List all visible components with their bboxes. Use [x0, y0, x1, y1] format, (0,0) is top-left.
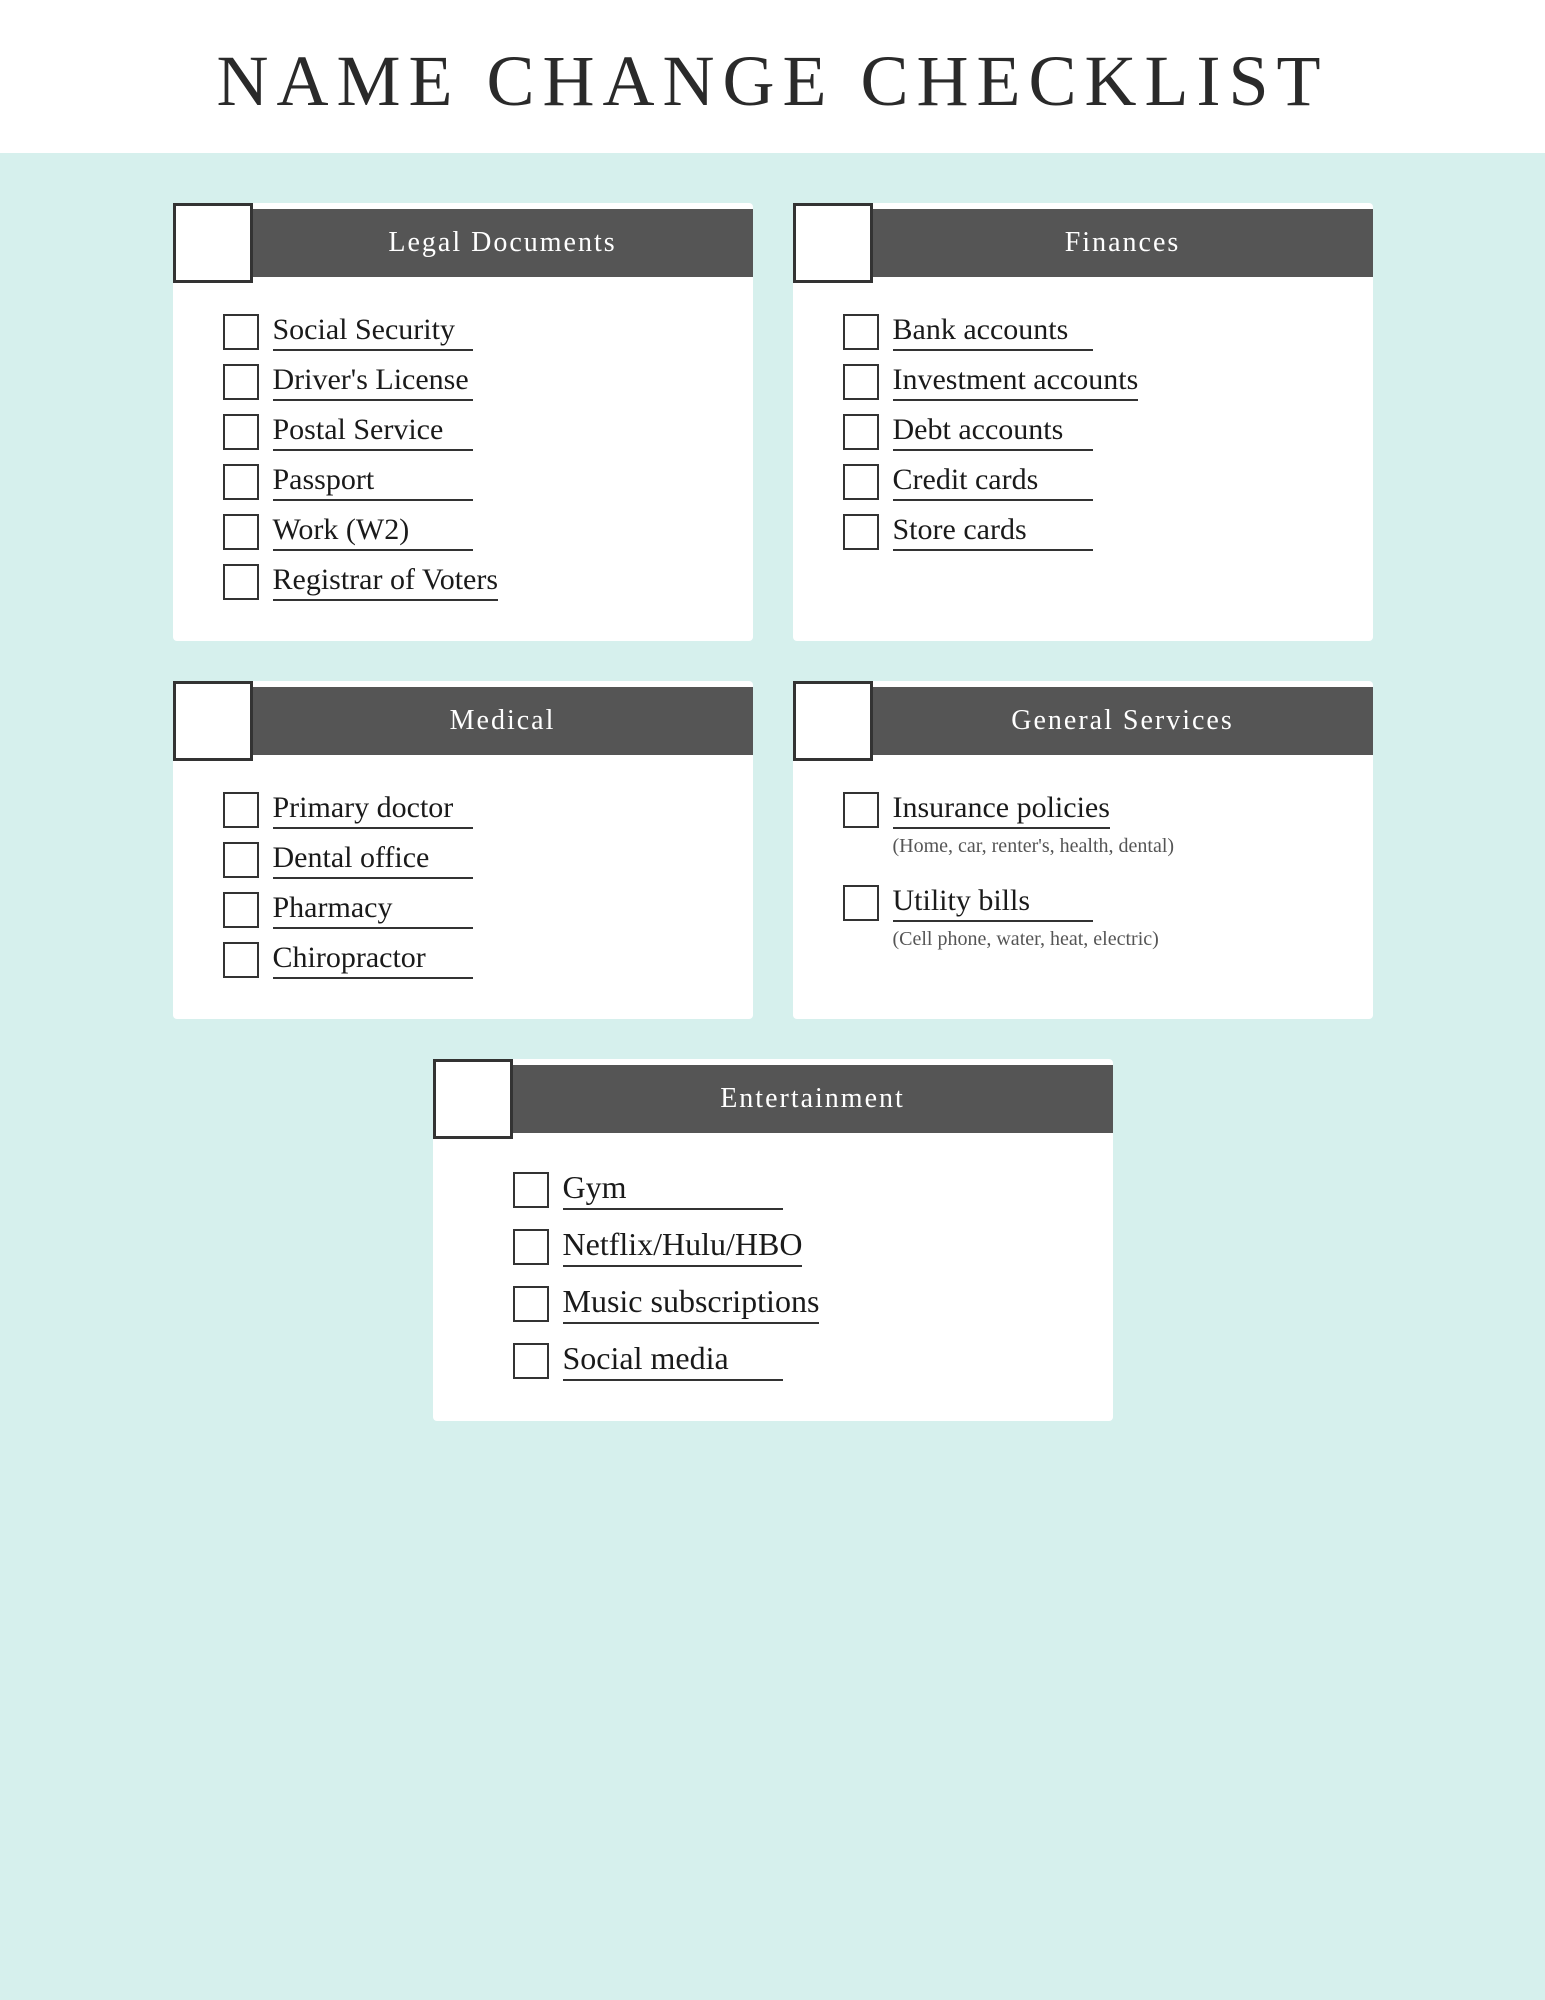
medical-section-checkbox[interactable]: [173, 681, 253, 761]
item-label-social-security: Social Security: [273, 313, 473, 351]
item-label-music: Music subscriptions: [563, 1283, 820, 1324]
item-checkbox-social-media[interactable]: [513, 1343, 549, 1379]
item-label-store-cards: Store cards: [893, 513, 1093, 551]
item-checkbox-investment-accounts[interactable]: [843, 364, 879, 400]
item-label-debt-accounts: Debt accounts: [893, 413, 1093, 451]
row-1: Legal Documents Social Security Driver's…: [123, 203, 1423, 641]
item-label-bank-accounts: Bank accounts: [893, 313, 1093, 351]
list-item: Insurance policies: [843, 791, 1343, 829]
list-item: Gym: [513, 1169, 1073, 1210]
list-item: Music subscriptions: [513, 1283, 1073, 1324]
item-checkbox-utility-bills[interactable]: [843, 885, 879, 921]
list-item: Postal Service: [223, 413, 723, 451]
section-finances: Finances Bank accounts Investment accoun…: [793, 203, 1373, 641]
list-item: Social Security: [223, 313, 723, 351]
medical-items: Primary doctor Dental office Pharmacy Ch…: [173, 781, 753, 989]
general-section-checkbox[interactable]: [793, 681, 873, 761]
item-label-chiropractor: Chiropractor: [273, 941, 473, 979]
item-label-passport: Passport: [273, 463, 473, 501]
section-medical: Medical Primary doctor Dental office Pha…: [173, 681, 753, 1019]
list-item: Registrar of Voters: [223, 563, 723, 601]
list-item: Investment accounts: [843, 363, 1343, 401]
item-sublabel-utility-bills: (Cell phone, water, heat, electric): [893, 928, 1343, 951]
entertainment-header-row: Entertainment: [433, 1059, 1113, 1139]
section-entertainment: Entertainment Gym Netflix/Hulu/HBO Music…: [433, 1059, 1113, 1421]
list-item: Chiropractor: [223, 941, 723, 979]
item-label-social-media: Social media: [563, 1340, 783, 1381]
list-item: Pharmacy: [223, 891, 723, 929]
legal-section-checkbox[interactable]: [173, 203, 253, 283]
item-checkbox-bank-accounts[interactable]: [843, 314, 879, 350]
finances-section-checkbox[interactable]: [793, 203, 873, 283]
item-checkbox-passport[interactable]: [223, 464, 259, 500]
item-label-work-w2: Work (W2): [273, 513, 473, 551]
list-item: Dental office: [223, 841, 723, 879]
item-label-utility-bills: Utility bills: [893, 884, 1093, 922]
item-label-investment-accounts: Investment accounts: [893, 363, 1139, 401]
item-label-pharmacy: Pharmacy: [273, 891, 473, 929]
section-legal: Legal Documents Social Security Driver's…: [173, 203, 753, 641]
item-label-primary-doctor: Primary doctor: [273, 791, 473, 829]
item-checkbox-netflix[interactable]: [513, 1229, 549, 1265]
list-item: Social media: [513, 1340, 1073, 1381]
item-checkbox-insurance[interactable]: [843, 792, 879, 828]
item-label-dental-office: Dental office: [273, 841, 473, 879]
finances-header-row: Finances: [793, 203, 1373, 283]
item-sublabel-insurance: (Home, car, renter's, health, dental): [893, 835, 1343, 858]
finances-items: Bank accounts Investment accounts Debt a…: [793, 303, 1373, 561]
legal-title: Legal Documents: [253, 209, 753, 277]
header: NAME CHANGE CHECKLIST: [0, 0, 1545, 153]
item-checkbox-social-security[interactable]: [223, 314, 259, 350]
item-label-drivers-license: Driver's License: [273, 363, 473, 401]
item-checkbox-postal-service[interactable]: [223, 414, 259, 450]
row-2: Medical Primary doctor Dental office Pha…: [123, 681, 1423, 1019]
item-checkbox-gym[interactable]: [513, 1172, 549, 1208]
section-general: General Services Insurance policies (Hom…: [793, 681, 1373, 1019]
main-content: Legal Documents Social Security Driver's…: [123, 203, 1423, 1481]
list-item: Passport: [223, 463, 723, 501]
item-label-netflix: Netflix/Hulu/HBO: [563, 1226, 803, 1267]
item-label-insurance: Insurance policies: [893, 791, 1110, 829]
medical-header-row: Medical: [173, 681, 753, 761]
item-checkbox-chiropractor[interactable]: [223, 942, 259, 978]
entertainment-section-checkbox[interactable]: [433, 1059, 513, 1139]
list-item: Credit cards: [843, 463, 1343, 501]
item-label-registrar: Registrar of Voters: [273, 563, 499, 601]
item-checkbox-drivers-license[interactable]: [223, 364, 259, 400]
item-label-credit-cards: Credit cards: [893, 463, 1093, 501]
list-item: Debt accounts: [843, 413, 1343, 451]
list-item: Utility bills: [843, 884, 1343, 922]
item-checkbox-music[interactable]: [513, 1286, 549, 1322]
general-header-row: General Services: [793, 681, 1373, 761]
finances-title: Finances: [873, 209, 1373, 277]
item-checkbox-registrar[interactable]: [223, 564, 259, 600]
general-title: General Services: [873, 687, 1373, 755]
item-label-postal-service: Postal Service: [273, 413, 473, 451]
item-checkbox-credit-cards[interactable]: [843, 464, 879, 500]
item-checkbox-primary-doctor[interactable]: [223, 792, 259, 828]
row-3: Entertainment Gym Netflix/Hulu/HBO Music…: [123, 1059, 1423, 1421]
list-item: Primary doctor: [223, 791, 723, 829]
list-item: Driver's License: [223, 363, 723, 401]
legal-header-row: Legal Documents: [173, 203, 753, 283]
page-title: NAME CHANGE CHECKLIST: [0, 40, 1545, 123]
entertainment-items: Gym Netflix/Hulu/HBO Music subscriptions…: [433, 1159, 1113, 1391]
item-checkbox-debt-accounts[interactable]: [843, 414, 879, 450]
item-checkbox-store-cards[interactable]: [843, 514, 879, 550]
item-checkbox-work-w2[interactable]: [223, 514, 259, 550]
item-checkbox-pharmacy[interactable]: [223, 892, 259, 928]
entertainment-title: Entertainment: [513, 1065, 1113, 1133]
item-checkbox-dental-office[interactable]: [223, 842, 259, 878]
medical-title: Medical: [253, 687, 753, 755]
list-item: Store cards: [843, 513, 1343, 551]
list-item: Bank accounts: [843, 313, 1343, 351]
item-label-gym: Gym: [563, 1169, 783, 1210]
general-items: Insurance policies (Home, car, renter's,…: [793, 781, 1373, 961]
legal-items: Social Security Driver's License Postal …: [173, 303, 753, 611]
list-item: Work (W2): [223, 513, 723, 551]
list-item: Netflix/Hulu/HBO: [513, 1226, 1073, 1267]
